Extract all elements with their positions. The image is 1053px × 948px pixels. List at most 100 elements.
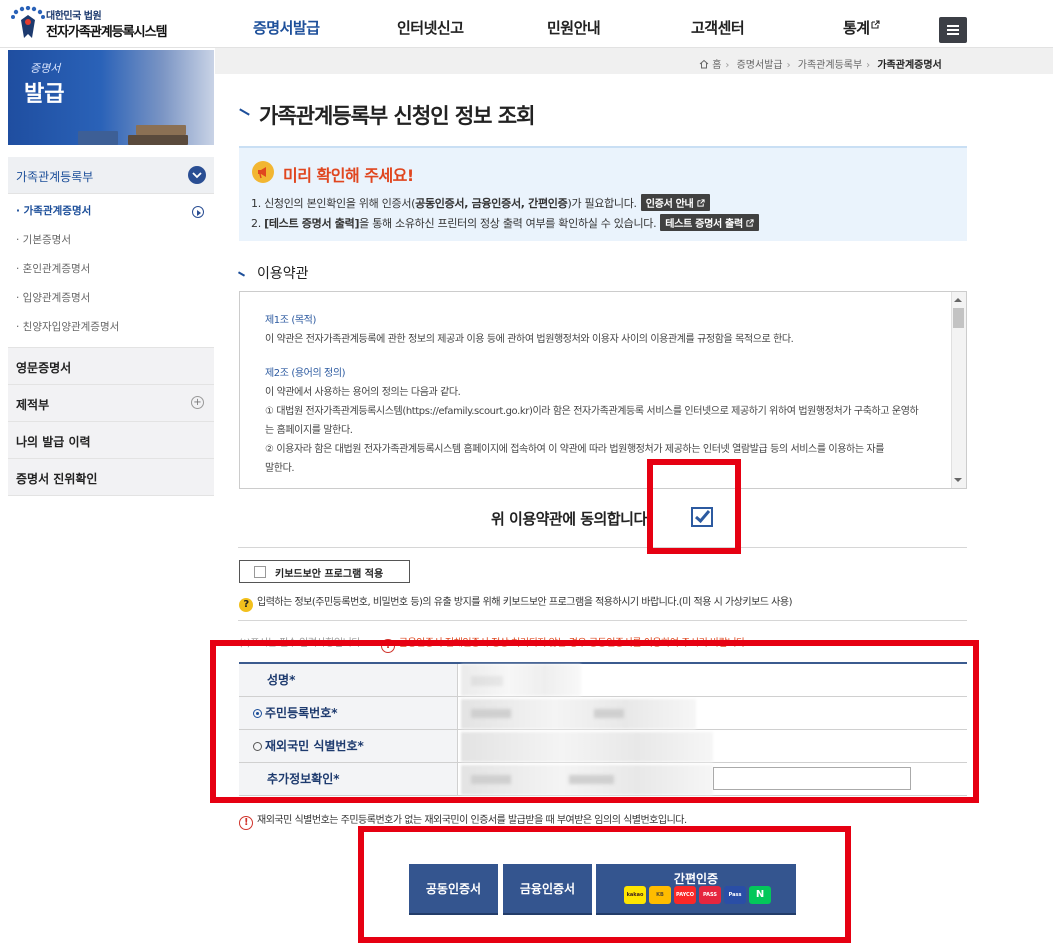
- foreign-id-field[interactable]: [461, 732, 713, 762]
- sidebar-item-label: 나의 발급 이력: [16, 435, 91, 449]
- sidebar-sub-family-relation[interactable]: · 가족관계증명서: [8, 198, 214, 227]
- finance-cert-button[interactable]: 금융인증서: [503, 864, 592, 915]
- notice-title: 미리 확인해 주세요!: [283, 166, 414, 185]
- breadcrumb-current: 가족관계증명서: [877, 60, 942, 71]
- external-link-icon: [871, 20, 880, 29]
- terms-content: 제1조 (목적) 이 약관은 전자가족관계등록에 관한 정보의 제공과 이용 등…: [265, 311, 945, 478]
- payco-icon: PAYCO: [674, 886, 696, 904]
- keyboard-security-label: 키보드보안 프로그램 적용: [275, 569, 384, 580]
- breadcrumb: 홈 › 증명서발급 › 가족관계등록부 › 가족관계증명서: [699, 56, 942, 71]
- breadcrumb-register[interactable]: 가족관계등록부: [798, 60, 862, 71]
- logo-title: 전자가족관계등록시스템: [46, 25, 168, 40]
- form-row-name: 성명*: [239, 664, 967, 697]
- rrn-value-redacted: [594, 709, 624, 718]
- megaphone-icon: [252, 161, 274, 183]
- article-1-title: 제1조 (목적): [265, 315, 316, 326]
- breadcrumb-home[interactable]: 홈: [712, 60, 721, 71]
- extra-info-label: 추가정보확인*: [239, 763, 458, 795]
- court-emblem-icon: [11, 6, 45, 38]
- article-2-item2-cont: 말한다.: [265, 463, 295, 474]
- sidebar-item-label: 증명서 진위확인: [16, 472, 98, 486]
- agree-label[interactable]: 위 이용약관에 동의합니다.: [491, 508, 652, 529]
- nav-civil-guide[interactable]: 민원안내: [547, 17, 601, 38]
- pass-icon: PASS: [699, 886, 721, 904]
- nav-online-report[interactable]: 인터넷신고: [397, 17, 464, 38]
- warning-icon: !: [239, 816, 253, 830]
- sidebar-item-english-cert[interactable]: 영문증명서: [8, 348, 214, 385]
- sidebar-item-removed-register[interactable]: 제적부 +: [8, 385, 214, 422]
- kakao-icon: kakao: [624, 886, 646, 904]
- checkbox-icon: [254, 566, 266, 578]
- nav-statistics-label: 통계: [843, 19, 870, 37]
- sidebar-sub-marriage[interactable]: · 혼인관계증명서: [8, 256, 214, 285]
- cert-guide-button[interactable]: 인증서 안내: [640, 194, 710, 211]
- keyboard-help: ? 입력하는 정보(주민등록번호, 비밀번호 등)의 유출 방지를 위해 키보드보…: [239, 593, 792, 612]
- scroll-down-icon: [954, 478, 962, 482]
- warning-icon: !: [380, 639, 395, 653]
- form-row-rrn: 주민등록번호*: [239, 697, 967, 730]
- foreign-id-note: ! 재외국민 식별번호는 주민등록번호가 없는 재외국민이 인증서를 발급받을 때…: [239, 811, 687, 830]
- article-2-title: 제2조 (용어의 정의): [265, 368, 346, 379]
- article-1-text: 이 약관은 전자가족관계등록에 관한 정보의 제공과 이용 등에 관하여 법원행…: [265, 334, 794, 345]
- plus-circle-icon: +: [191, 396, 204, 409]
- divider: [238, 620, 967, 621]
- article-2-item2: ② 이용자라 함은 대법원 전자가족관계등록시스템 홈페이지에 접속하여 이 약…: [265, 444, 885, 455]
- sidebar-sub-label: · 가족관계증명서: [16, 205, 92, 217]
- sidebar-item-verify[interactable]: 증명서 진위확인: [8, 459, 214, 496]
- nav-statistics[interactable]: 통계: [843, 17, 880, 38]
- site-logo[interactable]: 대한민국 법원 전자가족관계등록시스템: [8, 4, 198, 44]
- extra-info-input[interactable]: [713, 767, 911, 790]
- books-illustration: [136, 125, 186, 135]
- required-note: (*)표시는 필수 입력사항입니다.! 금융인증서 전체인증서 정상 처리되지 않…: [239, 638, 748, 653]
- scroll-thumb: [953, 308, 964, 328]
- sidebar-banner: 증명서 발급: [8, 50, 214, 145]
- rrn-value-redacted: [471, 709, 511, 718]
- chevron-down-icon: [188, 166, 206, 184]
- sidebar-item-my-history[interactable]: 나의 발급 이력: [8, 422, 214, 459]
- simple-auth-label: 간편인증: [673, 872, 719, 886]
- nav-certificate-issue[interactable]: 증명서발급: [253, 17, 320, 38]
- external-link-icon: [746, 219, 754, 227]
- form-row-foreign: 재외국민 식별번호*: [239, 730, 967, 763]
- name-field[interactable]: [461, 664, 581, 696]
- home-icon[interactable]: [699, 59, 709, 69]
- sidebar-sub-list: · 가족관계증명서 · 기본증명서 · 혼인관계증명서 · 입양관계증명서 · …: [8, 194, 214, 348]
- notice-line-2: 2. [테스트 증명서 출력]을 통해 소유하신 프린터의 정상 출력 여부를 …: [251, 214, 760, 231]
- article-2-item1-cont: 는 홈페이지를 말한다.: [265, 425, 353, 436]
- extra-value-redacted: [471, 775, 511, 784]
- sidebar-item-family-register[interactable]: 가족관계등록부: [8, 157, 214, 194]
- sidebar-sub-full-adoption[interactable]: · 친양자입양관계증명서: [8, 314, 214, 343]
- agree-checkbox-icon[interactable]: [691, 507, 713, 527]
- kb-icon: KB: [649, 886, 671, 904]
- sidebar-sub-basic[interactable]: · 기본증명서: [8, 227, 214, 256]
- samsung-pass-icon: Pass: [724, 886, 746, 904]
- sidebar-item-label: 제적부: [16, 398, 50, 412]
- article-2-text: 이 약관에서 사용하는 용어의 정의는 다음과 같다.: [265, 387, 461, 398]
- radio-selected-icon: [253, 709, 262, 718]
- external-link-icon: [697, 199, 705, 207]
- divider: [238, 547, 967, 548]
- top-header: 대한민국 법원 전자가족관계등록시스템 증명서발급 인터넷신고 민원안내 고객센…: [0, 0, 1053, 48]
- terms-box[interactable]: 제1조 (목적) 이 약관은 전자가족관계등록에 관한 정보의 제공과 이용 등…: [239, 291, 967, 489]
- rrn-label[interactable]: 주민등록번호*: [239, 697, 458, 729]
- test-print-button[interactable]: 테스트 증명서 출력: [660, 214, 760, 231]
- sidebar-menu: 가족관계등록부 · 가족관계증명서 · 기본증명서 · 혼인관계증명서 · 입양…: [8, 157, 214, 496]
- nav-customer-center[interactable]: 고객센터: [691, 17, 745, 38]
- naver-icon: N: [749, 886, 771, 904]
- keyboard-security-button[interactable]: 키보드보안 프로그램 적용: [239, 560, 410, 583]
- sidebar-item-label: 가족관계등록부: [16, 170, 94, 184]
- radio-empty-icon: [253, 742, 262, 751]
- hamburger-menu-icon[interactable]: [939, 17, 967, 43]
- sidebar-sub-adoption[interactable]: · 입양관계증명서: [8, 285, 214, 314]
- books-illustration: [128, 135, 188, 145]
- breadcrumb-issue[interactable]: 증명서발급: [737, 60, 783, 71]
- article-2-item1: ① 대법원 전자가족관계등록시스템(https://efamily.scourt…: [265, 406, 919, 417]
- section-tick: [237, 271, 246, 277]
- logo-subtitle: 대한민국 법원: [46, 11, 102, 22]
- simple-auth-button[interactable]: 간편인증 kakao KB PAYCO PASS Pass N: [596, 864, 796, 915]
- foreign-id-label[interactable]: 재외국민 식별번호*: [239, 730, 458, 762]
- joint-cert-button[interactable]: 공동인증서: [409, 864, 498, 915]
- terms-scrollbar[interactable]: [951, 292, 966, 488]
- scroll-up-icon: [954, 298, 962, 302]
- banner-line1: 증명서: [30, 62, 61, 75]
